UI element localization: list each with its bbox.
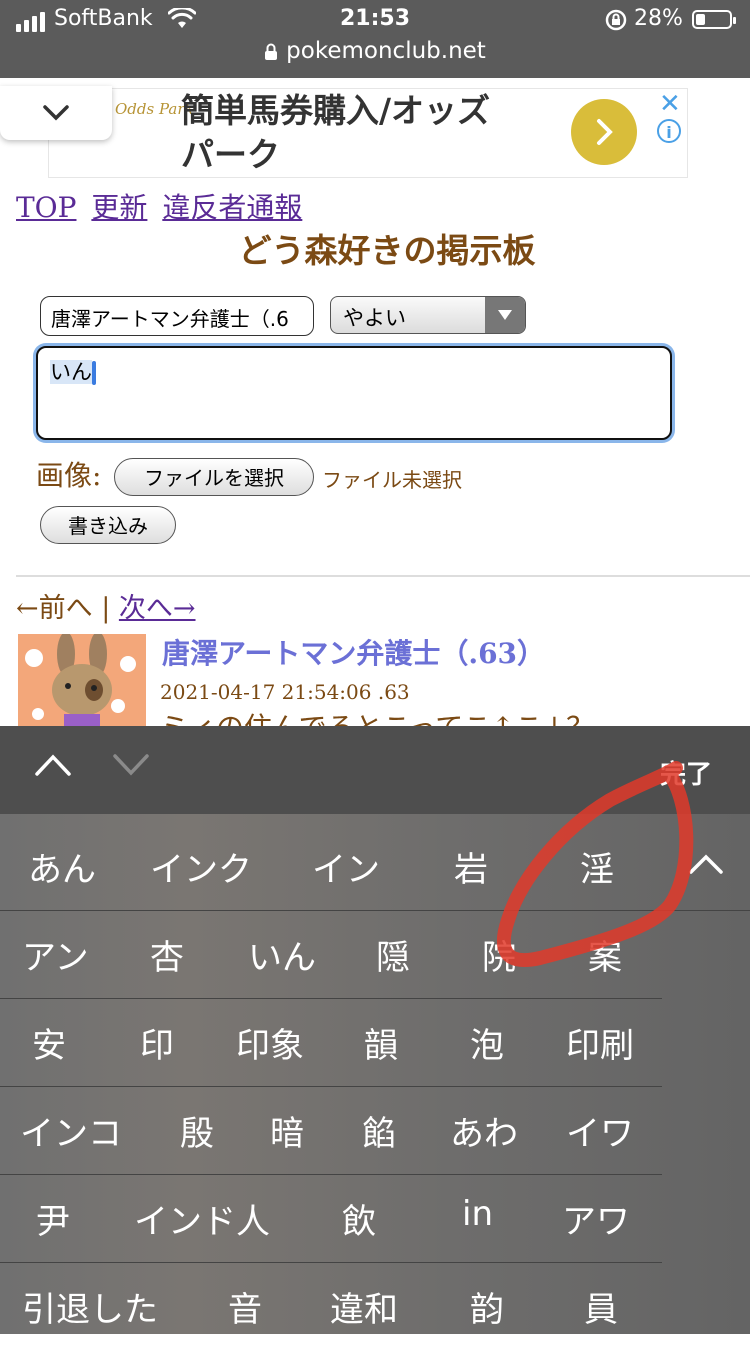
submit-button[interactable]: 書き込み: [40, 506, 176, 544]
candidate[interactable]: 員: [584, 1282, 618, 1331]
candidate[interactable]: インク: [150, 842, 252, 891]
candidate[interactable]: in: [462, 1194, 493, 1234]
image-label: 画像:: [36, 459, 102, 492]
candidate[interactable]: 案: [588, 930, 622, 979]
ad-headline[interactable]: 簡単馬券購入/オッズ パーク: [181, 89, 581, 177]
nav-link-report[interactable]: 違反者通報: [162, 191, 302, 224]
ad-close-icon[interactable]: ✕: [659, 89, 681, 119]
lock-icon: [265, 43, 278, 60]
chevron-up-icon[interactable]: [34, 752, 72, 778]
message-textarea[interactable]: いん: [36, 346, 672, 440]
candidate[interactable]: 韵: [470, 1282, 504, 1331]
rotation-lock-icon: [605, 9, 627, 31]
post-date: 2021-04-17 21:54:06 .63: [160, 680, 410, 704]
done-button[interactable]: 完了: [660, 754, 712, 791]
collapse-ad-button[interactable]: [0, 86, 112, 140]
candidate[interactable]: 音: [228, 1282, 262, 1331]
candidate[interactable]: 尹: [36, 1194, 70, 1243]
candidate[interactable]: 印刷: [566, 1018, 634, 1067]
candidate[interactable]: イワ: [566, 1106, 634, 1155]
candidate[interactable]: 隠: [376, 930, 410, 979]
candidate[interactable]: あん: [28, 842, 96, 891]
candidate[interactable]: アン: [22, 930, 89, 979]
dropdown-arrow-icon: [485, 297, 525, 333]
candidate-row: インコ 殷 暗 餡 あわ イワ: [0, 1086, 662, 1175]
candidate[interactable]: 韻: [364, 1018, 398, 1067]
candidate[interactable]: あわ: [450, 1106, 518, 1155]
pager: ←前へ | 次へ→: [16, 586, 196, 625]
status-bar: SoftBank 21:53 28%: [0, 0, 750, 40]
battery-percent: 28%: [634, 6, 683, 31]
post-author: 唐澤アートマン弁護士（.63）: [162, 637, 546, 670]
ad-headline-line2: パーク: [181, 135, 280, 174]
avatar: [18, 634, 146, 726]
divider: [16, 575, 750, 577]
ad-info-icon[interactable]: i: [657, 119, 681, 143]
nav-link-top[interactable]: TOP: [16, 191, 76, 224]
candidate[interactable]: アワ: [562, 1194, 630, 1243]
composing-text: いん: [50, 360, 92, 384]
top-nav: TOP 更新 違反者通報: [16, 186, 308, 226]
candidate[interactable]: 暗: [270, 1106, 304, 1155]
chevron-down-icon[interactable]: [112, 752, 150, 778]
ad-banner[interactable]: Odds Park 簡単馬券購入/オッズ パーク ✕ i: [48, 88, 688, 178]
candidate[interactable]: 殷: [180, 1106, 214, 1155]
page-title: どう森好きの掲示板: [238, 231, 536, 270]
candidate[interactable]: 餡: [362, 1106, 396, 1155]
candidate[interactable]: 印: [140, 1018, 174, 1067]
candidate[interactable]: いん: [248, 930, 316, 979]
candidate-row: 安 印 印象 韻 泡 印刷: [0, 998, 662, 1087]
candidate-row: アン 杏 いん 隠 院 案: [0, 910, 662, 999]
text-caret: [92, 361, 96, 385]
post-body: ミィの住んでるとこってこ↑こ↓？: [160, 706, 594, 726]
pager-separator: |: [92, 593, 119, 624]
candidate-row: あん インク イン 岩 淫: [0, 822, 750, 911]
chevron-right-icon: [597, 119, 613, 145]
chevron-down-icon: [43, 105, 69, 121]
candidate[interactable]: 安: [32, 1018, 66, 1067]
address-bar[interactable]: pokemonclub.net: [0, 38, 750, 74]
chevron-up-icon[interactable]: [688, 852, 724, 876]
mail-select-value: やよい: [343, 306, 406, 330]
choose-file-button[interactable]: ファイルを選択: [114, 458, 314, 496]
battery-icon: [692, 10, 736, 29]
web-page: Odds Park 簡単馬券購入/オッズ パーク ✕ i TOP 更新 違反者通…: [0, 78, 750, 726]
ad-headline-line1: 簡単馬券購入/オッズ: [181, 91, 491, 130]
mail-select[interactable]: やよい: [330, 296, 526, 334]
nav-link-updates[interactable]: 更新: [91, 191, 147, 224]
candidate[interactable]: インコ: [20, 1106, 122, 1155]
candidate[interactable]: 印象: [236, 1018, 304, 1067]
candidate-panel: あん インク イン 岩 淫 アン 杏 いん 隠 院 案 安 印 印象 韻 泡 印…: [0, 814, 750, 1334]
candidate[interactable]: インド人: [134, 1194, 270, 1243]
browser-top-bar: SoftBank 21:53 28% pokemonclub.net: [0, 0, 750, 78]
candidate-row: 引退した 音 違和 韵 員: [0, 1262, 662, 1350]
candidate[interactable]: 淫: [580, 842, 614, 891]
keyboard-toolbar: 完了: [0, 726, 750, 814]
ad-open-button[interactable]: [571, 99, 637, 165]
file-status: ファイル未選択: [322, 468, 462, 492]
url-text: pokemonclub.net: [286, 38, 486, 64]
name-field[interactable]: 唐澤アートマン弁護士（.6: [40, 296, 314, 336]
candidate[interactable]: 引退した: [22, 1282, 158, 1331]
candidate[interactable]: 泡: [470, 1018, 504, 1067]
candidate[interactable]: 院: [482, 930, 516, 979]
candidate[interactable]: イン: [312, 842, 380, 891]
candidate[interactable]: 杏: [150, 930, 184, 979]
candidate[interactable]: 岩: [454, 842, 488, 891]
pager-prev: ←前へ: [16, 593, 93, 624]
candidate[interactable]: 飲: [342, 1194, 376, 1243]
candidate[interactable]: 違和: [330, 1282, 398, 1331]
candidate-row: 尹 インド人 飲 in アワ: [0, 1174, 662, 1263]
pager-next-link[interactable]: 次へ→: [119, 593, 196, 624]
